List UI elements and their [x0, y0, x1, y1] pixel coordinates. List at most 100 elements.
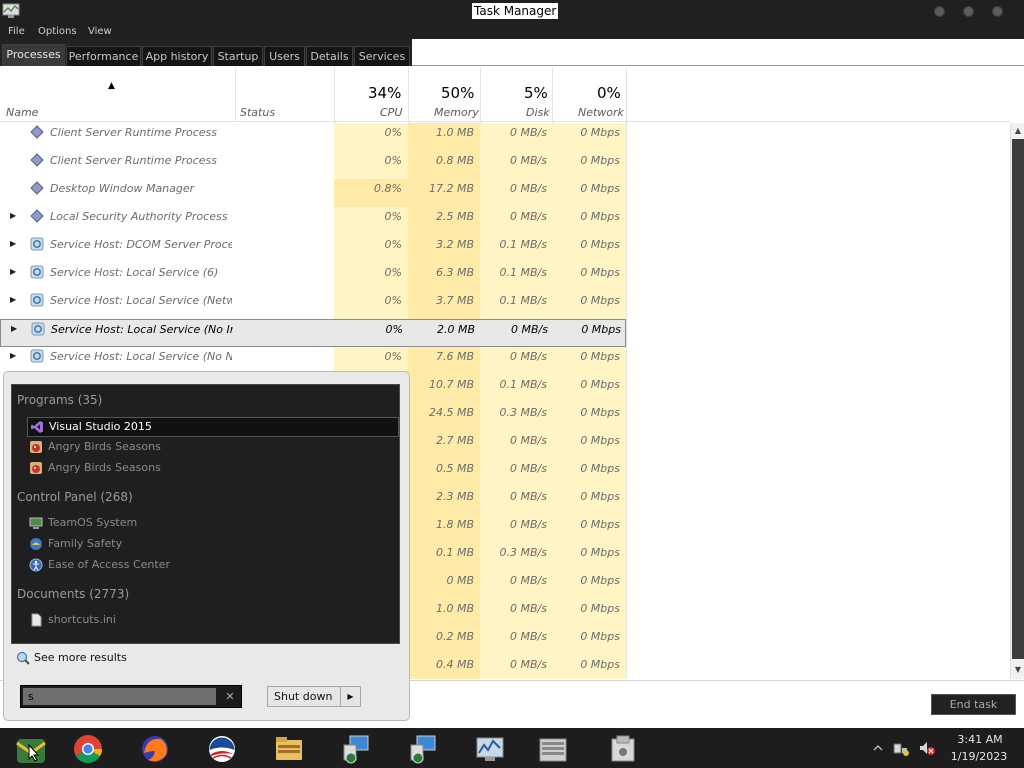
- memory-value: 1.0 MB: [435, 126, 474, 139]
- clock-time[interactable]: 3:41 AM: [950, 733, 1010, 746]
- process-name: Local Security Authority Process: [50, 210, 228, 223]
- taskbar-app-button[interactable]: [258, 729, 320, 767]
- memory-value: 6.3 MB: [435, 266, 474, 279]
- disk-value: 0 MB/s: [510, 574, 547, 587]
- see-more-results-label: See more results: [34, 651, 127, 664]
- column-status-header[interactable]: Status: [240, 106, 275, 119]
- column-memory-header[interactable]: Memory: [434, 106, 479, 119]
- taskbar-app-button[interactable]: [592, 729, 654, 767]
- process-row[interactable]: Desktop Window Manager 0.8% 17.2 MB 0 MB/s 0…: [0, 179, 626, 207]
- search-result-item[interactable]: Angry Birds Seasons: [27, 438, 399, 458]
- shut-down-button[interactable]: Shut down ▶: [267, 686, 361, 707]
- search-result-item[interactable]: Angry Birds Seasons: [27, 459, 399, 479]
- process-row[interactable]: ▶ Service Host: DCOM Server Proces... 0% 3.…: [0, 235, 626, 263]
- process-row[interactable]: ▶ Service Host: Local Service (Netw... 0% 3…: [0, 291, 626, 319]
- close-button[interactable]: [992, 6, 1003, 17]
- taskbar-app-button[interactable]: [191, 729, 253, 767]
- tab-performance[interactable]: Performance: [66, 46, 141, 66]
- taskbar-app-button[interactable]: [57, 729, 119, 767]
- process-row[interactable]: Client Server Runtime Process 0% 0.8 MB 0 M…: [0, 151, 626, 179]
- menu-file[interactable]: File: [8, 25, 25, 38]
- network-value: 0 Mbps: [580, 126, 620, 139]
- column-header-row: ▲ Name Status 34% CPU 50% Memory 5% Disk…: [0, 67, 1010, 122]
- memory-value: 2.3 MB: [435, 490, 474, 503]
- scrollbar-thumb[interactable]: [1012, 139, 1024, 659]
- obama-logo-icon: [209, 736, 235, 762]
- end-task-button[interactable]: End task: [931, 694, 1016, 715]
- process-row[interactable]: Client Server Runtime Process 0% 1.0 MB 0 M…: [0, 123, 626, 151]
- scroll-up-arrow-icon[interactable]: ▲: [1013, 124, 1023, 138]
- search-result-item[interactable]: shortcuts.ini: [27, 611, 399, 631]
- expand-arrow-icon[interactable]: ▶: [10, 295, 16, 304]
- drive-icon: [611, 735, 635, 762]
- column-disk-header[interactable]: Disk: [526, 106, 550, 119]
- tab-startup[interactable]: Startup: [213, 46, 263, 66]
- start-search-box: ✕: [20, 685, 242, 708]
- expand-arrow-icon[interactable]: ▶: [10, 351, 16, 360]
- memory-value: 2.0 MB: [436, 323, 475, 336]
- search-result-item[interactable]: Ease of Access Center: [27, 556, 399, 576]
- clock-date[interactable]: 1/19/2023: [944, 750, 1014, 763]
- network-value: 0 Mbps: [580, 378, 620, 391]
- column-name-header[interactable]: Name: [6, 106, 38, 119]
- shut-down-options-arrow-icon[interactable]: ▶: [340, 687, 360, 706]
- memory-value: 0.8 MB: [435, 154, 474, 167]
- process-row[interactable]: ▶ Local Security Authority Process 0% 2.5 M…: [0, 207, 626, 235]
- tab-users[interactable]: Users: [264, 46, 305, 66]
- search-result-label: TeamOS System: [48, 516, 138, 529]
- process-name: Service Host: Local Service (No Im...: [51, 323, 233, 336]
- chrome-icon: [74, 735, 102, 763]
- disk-value: 0 MB/s: [510, 518, 547, 531]
- network-value: 0 Mbps: [580, 154, 620, 167]
- volume-muted-icon: [920, 742, 935, 755]
- shut-down-label: Shut down: [274, 690, 333, 703]
- clear-search-icon[interactable]: ✕: [221, 688, 239, 705]
- memory-value: 3.2 MB: [435, 238, 474, 251]
- minimize-button[interactable]: [934, 6, 945, 17]
- taskbar-app-button[interactable]: [459, 729, 521, 767]
- vertical-scrollbar[interactable]: ▲ ▼: [1010, 123, 1024, 679]
- tab-processes[interactable]: Processes: [2, 44, 65, 66]
- tab-app-history[interactable]: App history: [142, 46, 212, 66]
- file-explorer-icon: [276, 737, 302, 760]
- menu-options[interactable]: Options: [38, 25, 77, 38]
- column-network-header[interactable]: Network: [578, 106, 624, 119]
- taskbar-app-button[interactable]: [124, 729, 186, 767]
- taskbar-app-button[interactable]: [325, 729, 387, 767]
- column-cpu-header[interactable]: CPU: [380, 106, 402, 119]
- disk-value: 0.3 MB/s: [499, 546, 547, 559]
- result-group-header: Programs (35): [17, 393, 103, 407]
- start-search-input[interactable]: [23, 688, 216, 705]
- taskbar-app-button[interactable]: [522, 729, 584, 767]
- tab-details[interactable]: Details: [306, 46, 353, 66]
- process-row[interactable]: ▶ Service Host: Local Service (6) 0% 6.3 MB…: [0, 263, 626, 291]
- search-result-label: shortcuts.ini: [48, 613, 116, 626]
- disk-value: 0 MB/s: [510, 350, 547, 363]
- task-manager-app-icon[interactable]: [2, 3, 20, 19]
- tab-services[interactable]: Services: [354, 46, 410, 66]
- column-divider[interactable]: [235, 67, 236, 122]
- search-result-label: Angry Birds Seasons: [48, 440, 161, 453]
- taskbar-app-button[interactable]: [0, 729, 62, 767]
- process-name: Service Host: Local Service (6): [50, 266, 219, 279]
- tray-icons: [873, 742, 935, 756]
- network-setup-icon: [410, 735, 436, 764]
- expand-arrow-icon[interactable]: ▶: [10, 267, 16, 276]
- process-row[interactable]: ▶ Service Host: Local Service (No Im... 0%…: [0, 319, 626, 347]
- search-result-item[interactable]: TeamOS System: [27, 514, 399, 534]
- expand-arrow-icon[interactable]: ▶: [11, 324, 17, 333]
- scroll-down-arrow-icon[interactable]: ▼: [1013, 663, 1023, 677]
- expand-arrow-icon[interactable]: ▶: [10, 239, 16, 248]
- firefox-icon: [142, 736, 168, 762]
- expand-arrow-icon[interactable]: ▶: [10, 211, 16, 220]
- network-value: 0 Mbps: [580, 266, 620, 279]
- search-result-item[interactable]: Family Safety: [27, 535, 399, 555]
- maximize-button[interactable]: [963, 6, 974, 17]
- search-result-item[interactable]: Visual Studio 2015: [27, 417, 399, 437]
- cpu-total-percent: 34%: [368, 84, 402, 102]
- gear-icon: [30, 237, 44, 251]
- memory-value: 17.2 MB: [428, 182, 474, 195]
- menu-view[interactable]: View: [88, 25, 112, 38]
- taskbar-app-button[interactable]: [392, 729, 454, 767]
- disk-value: 0 MB/s: [510, 630, 547, 643]
